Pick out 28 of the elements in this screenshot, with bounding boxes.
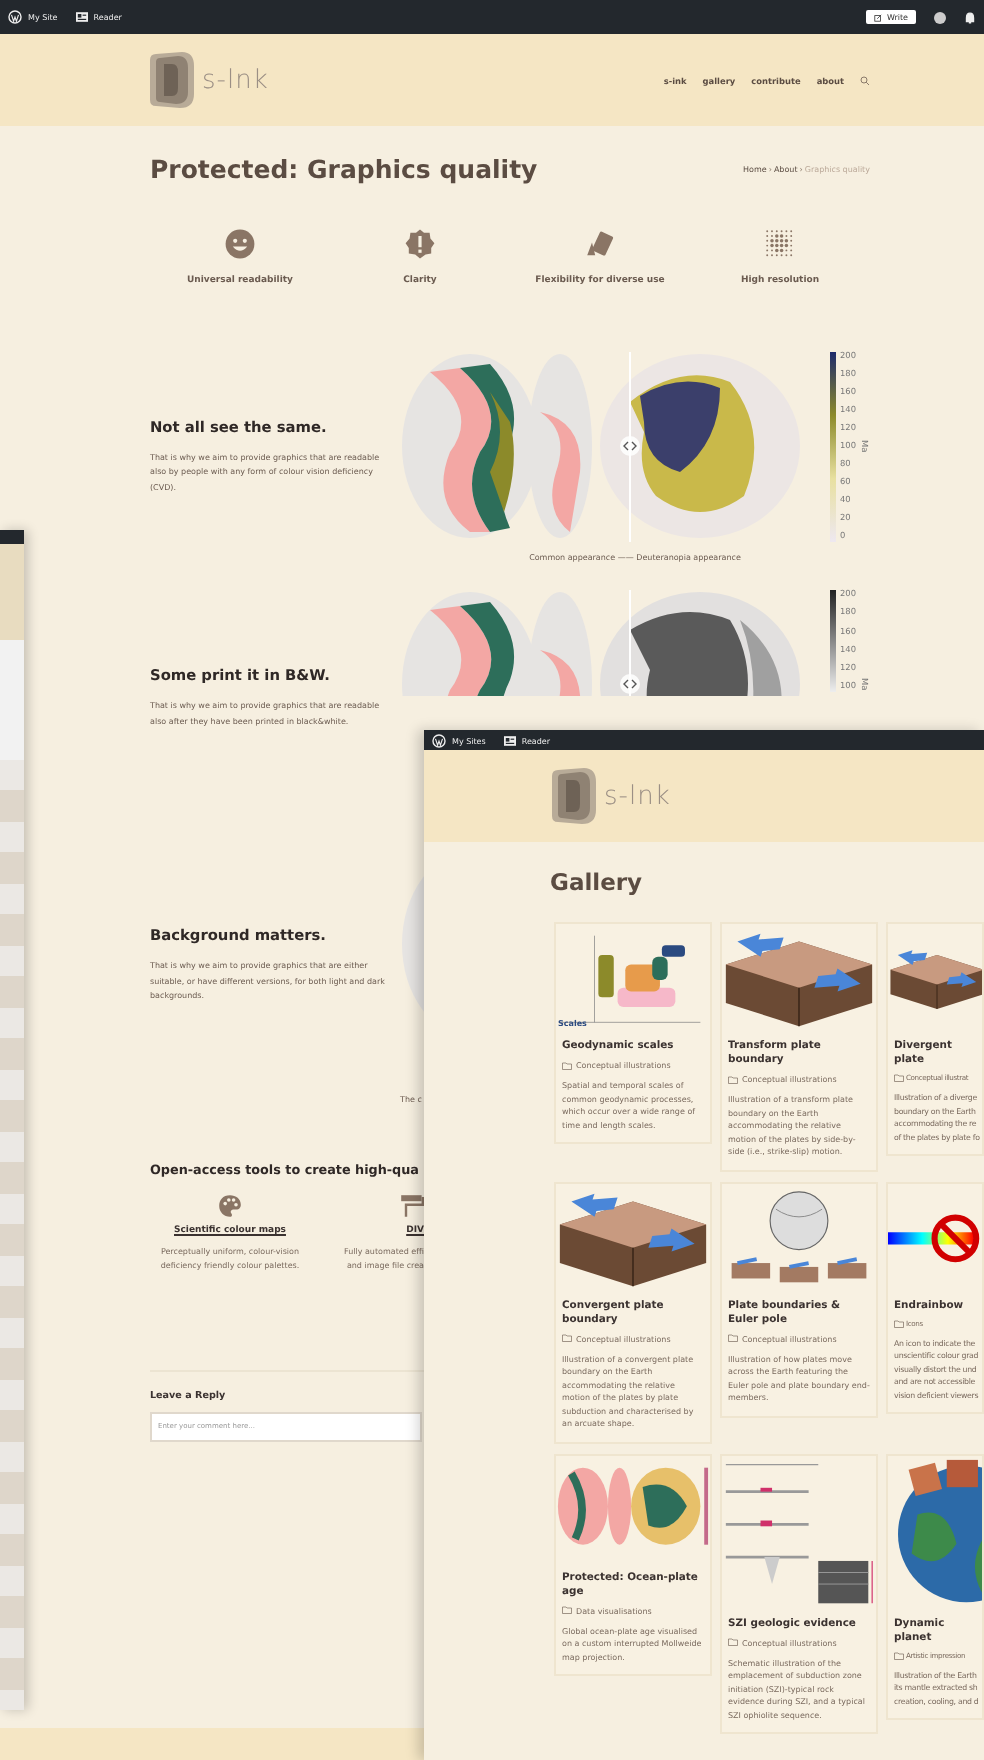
gallery-card[interactable]: [554, 1181, 712, 1443]
folder-icon: [562, 1606, 572, 1614]
logo-icon[interactable]: [552, 766, 598, 826]
palette-icon: [218, 1194, 242, 1218]
folder-icon: [894, 1319, 904, 1327]
bell-icon[interactable]: [964, 11, 976, 23]
paint-roller-icon: [400, 1194, 424, 1218]
colorbar: [830, 590, 836, 691]
search-icon[interactable]: [860, 75, 870, 85]
folder-icon: [894, 1651, 904, 1659]
folder-icon: [562, 1061, 572, 1069]
pencil-icon: [874, 13, 883, 21]
folder-icon: [894, 1074, 904, 1082]
folder-icon: [728, 1334, 738, 1342]
logo-icon[interactable]: [150, 50, 196, 110]
page-title: Protected: Graphics quality: [150, 154, 538, 184]
reader-icon[interactable]: [503, 735, 516, 745]
folder-icon: [728, 1075, 738, 1083]
avatar-circle[interactable]: [934, 11, 946, 23]
reader-icon[interactable]: [75, 12, 88, 22]
smiley-icon: [224, 228, 256, 260]
folder-icon: [562, 1334, 572, 1342]
wordpress-logo-icon[interactable]: [8, 10, 22, 24]
exclamation-badge-icon: [404, 228, 436, 260]
cards-icon: [584, 228, 616, 260]
wordpress-logo-icon[interactable]: [432, 733, 446, 747]
page-title: Gallery: [550, 868, 645, 896]
folder-icon: [728, 1638, 738, 1646]
